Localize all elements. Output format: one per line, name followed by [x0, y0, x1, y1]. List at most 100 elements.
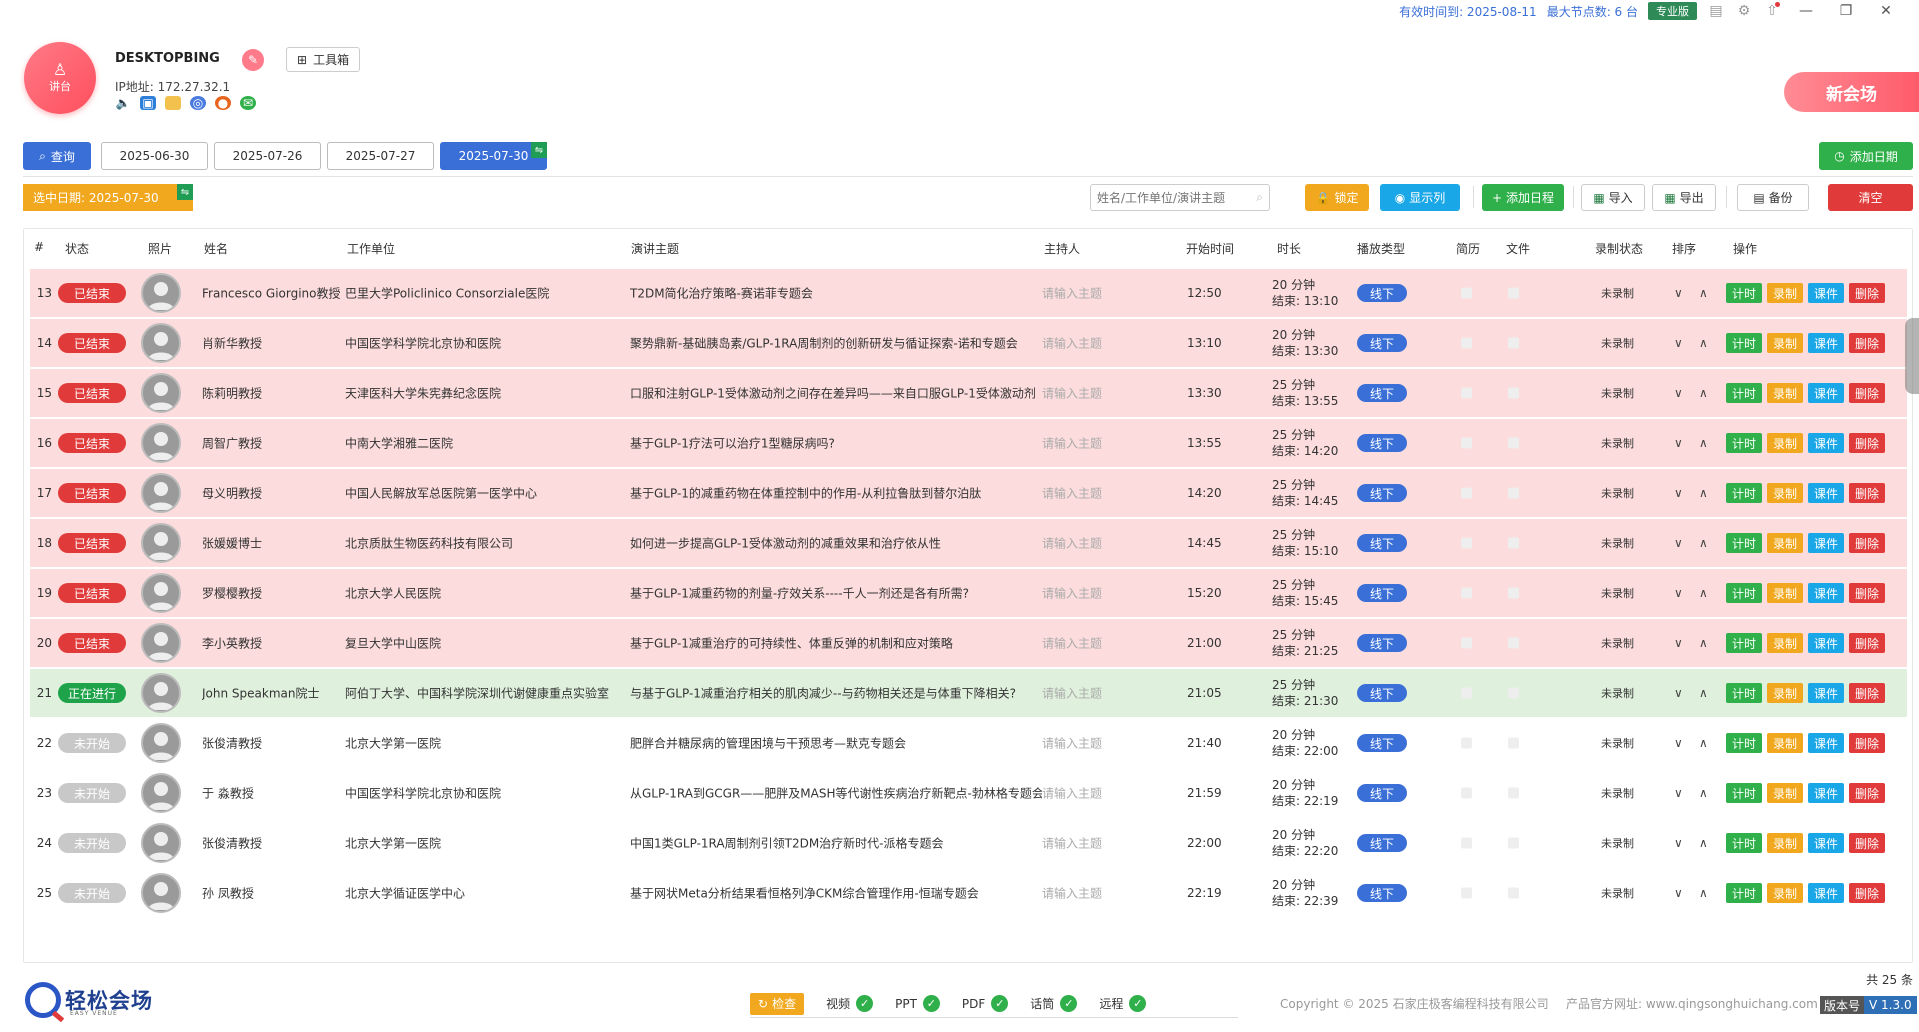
courseware-button[interactable]: 课件 — [1808, 883, 1844, 903]
host-input[interactable]: 请输入主题 — [1042, 735, 1102, 752]
timer-button[interactable]: 计时 — [1726, 883, 1762, 903]
table-row[interactable]: 17 已结束 母义明教授 中国人民解放军总医院第一医学中心 基于GLP-1的减重药物在体… — [30, 469, 1907, 517]
help-icon[interactable]: ▤ — [1707, 2, 1725, 20]
courseware-button[interactable]: 课件 — [1808, 333, 1844, 353]
cv-indicator[interactable] — [1461, 637, 1472, 649]
play-type[interactable]: 线下 — [1357, 634, 1407, 652]
table-row[interactable]: 22 未开始 张俊清教授 北京大学第一医院 肥胖合并糖尿病的管理困境与干预思考—默克专题… — [30, 719, 1907, 767]
record-button[interactable]: 录制 — [1767, 283, 1803, 303]
file-indicator[interactable] — [1508, 787, 1519, 799]
move-down-icon[interactable]: ∨ — [1674, 586, 1683, 600]
move-up-icon[interactable]: ∧ — [1699, 286, 1708, 300]
file-indicator[interactable] — [1508, 337, 1519, 349]
speaker-photo[interactable] — [141, 773, 181, 813]
query-button[interactable]: ⌕ 查询 — [23, 142, 91, 170]
file-indicator[interactable] — [1508, 587, 1519, 599]
timer-button[interactable]: 计时 — [1726, 483, 1762, 503]
file-indicator[interactable] — [1508, 737, 1519, 749]
table-row[interactable]: 15 已结束 陈莉明教授 天津医科大学朱宪彝纪念医院 口服和注射GLP-1受体激动剂之间… — [30, 369, 1907, 417]
play-type[interactable]: 线下 — [1357, 684, 1407, 702]
cv-indicator[interactable] — [1461, 387, 1472, 399]
move-up-icon[interactable]: ∧ — [1699, 486, 1708, 500]
cv-indicator[interactable] — [1461, 837, 1472, 849]
timer-button[interactable]: 计时 — [1726, 833, 1762, 853]
file-indicator[interactable] — [1508, 287, 1519, 299]
settings-gear-icon[interactable]: ⚙ — [1735, 2, 1753, 20]
courseware-button[interactable]: 课件 — [1808, 483, 1844, 503]
delete-button[interactable]: 删除 — [1849, 433, 1885, 453]
play-type[interactable]: 线下 — [1357, 784, 1407, 802]
file-indicator[interactable] — [1508, 487, 1519, 499]
move-up-icon[interactable]: ∧ — [1699, 336, 1708, 350]
side-drawer-handle[interactable] — [1905, 318, 1919, 394]
speaker-photo[interactable] — [141, 473, 181, 513]
host-input[interactable]: 请输入主题 — [1042, 635, 1102, 652]
host-input[interactable]: 请输入主题 — [1042, 285, 1102, 302]
cv-indicator[interactable] — [1461, 887, 1472, 899]
close-window-button[interactable]: ✕ — [1871, 1, 1901, 21]
delete-button[interactable]: 删除 — [1849, 833, 1885, 853]
search-box[interactable]: ⌕ — [1090, 184, 1270, 211]
host-input[interactable]: 请输入主题 — [1042, 785, 1102, 802]
play-type[interactable]: 线下 — [1357, 384, 1407, 402]
record-icon[interactable]: ● — [215, 96, 231, 110]
official-website[interactable]: 产品官方网址: www.qingsonghuichang.com — [1566, 995, 1818, 1012]
timer-button[interactable]: 计时 — [1726, 633, 1762, 653]
delete-button[interactable]: 删除 — [1849, 333, 1885, 353]
play-type[interactable]: 线下 — [1357, 484, 1407, 502]
delete-button[interactable]: 删除 — [1849, 633, 1885, 653]
move-down-icon[interactable]: ∨ — [1674, 636, 1683, 650]
file-indicator[interactable] — [1508, 887, 1519, 899]
add-schedule-button[interactable]: + 添加日程 — [1482, 184, 1564, 211]
move-up-icon[interactable]: ∧ — [1699, 536, 1708, 550]
record-button[interactable]: 录制 — [1767, 383, 1803, 403]
cv-indicator[interactable] — [1461, 437, 1472, 449]
network-icon[interactable]: ◎ — [190, 96, 206, 110]
import-button[interactable]: ▦ 导入 — [1581, 184, 1645, 211]
clear-button[interactable]: 清空 — [1828, 184, 1913, 211]
table-row[interactable]: 14 已结束 肖新华教授 中国医学科学院北京协和医院 聚势鼎新-基础胰岛素/GLP-1R… — [30, 319, 1907, 367]
delete-button[interactable]: 删除 — [1849, 533, 1885, 553]
courseware-button[interactable]: 课件 — [1808, 533, 1844, 553]
play-type[interactable]: 线下 — [1357, 434, 1407, 452]
table-row[interactable]: 18 已结束 张媛媛博士 北京质肽生物医药科技有限公司 如何进一步提高GLP-1受体激动… — [30, 519, 1907, 567]
move-up-icon[interactable]: ∧ — [1699, 736, 1708, 750]
file-indicator[interactable] — [1508, 837, 1519, 849]
timer-button[interactable]: 计时 — [1726, 733, 1762, 753]
delete-button[interactable]: 删除 — [1849, 733, 1885, 753]
host-input[interactable]: 请输入主题 — [1042, 585, 1102, 602]
table-row[interactable]: 13 已结束 Francesco Giorgino教授 巴里大学Policlinico… — [30, 269, 1907, 317]
move-down-icon[interactable]: ∨ — [1674, 436, 1683, 450]
play-type[interactable]: 线下 — [1357, 284, 1407, 302]
backup-button[interactable]: ▤ 备份 — [1737, 184, 1809, 211]
record-button[interactable]: 录制 — [1767, 683, 1803, 703]
speaker-photo[interactable] — [141, 673, 181, 713]
move-up-icon[interactable]: ∧ — [1699, 436, 1708, 450]
restore-button[interactable]: ❐ — [1831, 1, 1861, 21]
delete-button[interactable]: 删除 — [1849, 783, 1885, 803]
new-venue-button[interactable]: 新会场 — [1784, 72, 1919, 112]
speaker-photo[interactable] — [141, 573, 181, 613]
cv-indicator[interactable] — [1461, 537, 1472, 549]
host-input[interactable]: 请输入主题 — [1042, 885, 1102, 902]
cv-indicator[interactable] — [1461, 587, 1472, 599]
move-up-icon[interactable]: ∧ — [1699, 386, 1708, 400]
speaker-photo[interactable] — [141, 723, 181, 763]
toolbox-button[interactable]: ⊞ 工具箱 — [286, 47, 361, 72]
courseware-button[interactable]: 课件 — [1808, 783, 1844, 803]
timer-button[interactable]: 计时 — [1726, 533, 1762, 553]
speaker-photo[interactable] — [141, 323, 181, 363]
courseware-button[interactable]: 课件 — [1808, 633, 1844, 653]
host-input[interactable]: 请输入主题 — [1042, 685, 1102, 702]
host-input[interactable]: 请输入主题 — [1042, 435, 1102, 452]
move-down-icon[interactable]: ∨ — [1674, 786, 1683, 800]
courseware-button[interactable]: 课件 — [1808, 433, 1844, 453]
table-row[interactable]: 24 未开始 张俊清教授 北京大学第一医院 中国1类GLP-1RA周制剂引领T2DM治疗… — [30, 819, 1907, 867]
table-row[interactable]: 19 已结束 罗樱樱教授 北京大学人民医院 基于GLP-1减重药物的剂量-疗效关系---… — [30, 569, 1907, 617]
table-row[interactable]: 20 已结束 李小英教授 复旦大学中山医院 基于GLP-1减重治疗的可持续性、体重反弹的… — [30, 619, 1907, 667]
record-button[interactable]: 录制 — [1767, 833, 1803, 853]
speaker-photo[interactable] — [141, 873, 181, 913]
file-indicator[interactable] — [1508, 637, 1519, 649]
courseware-button[interactable]: 课件 — [1808, 583, 1844, 603]
move-down-icon[interactable]: ∨ — [1674, 736, 1683, 750]
